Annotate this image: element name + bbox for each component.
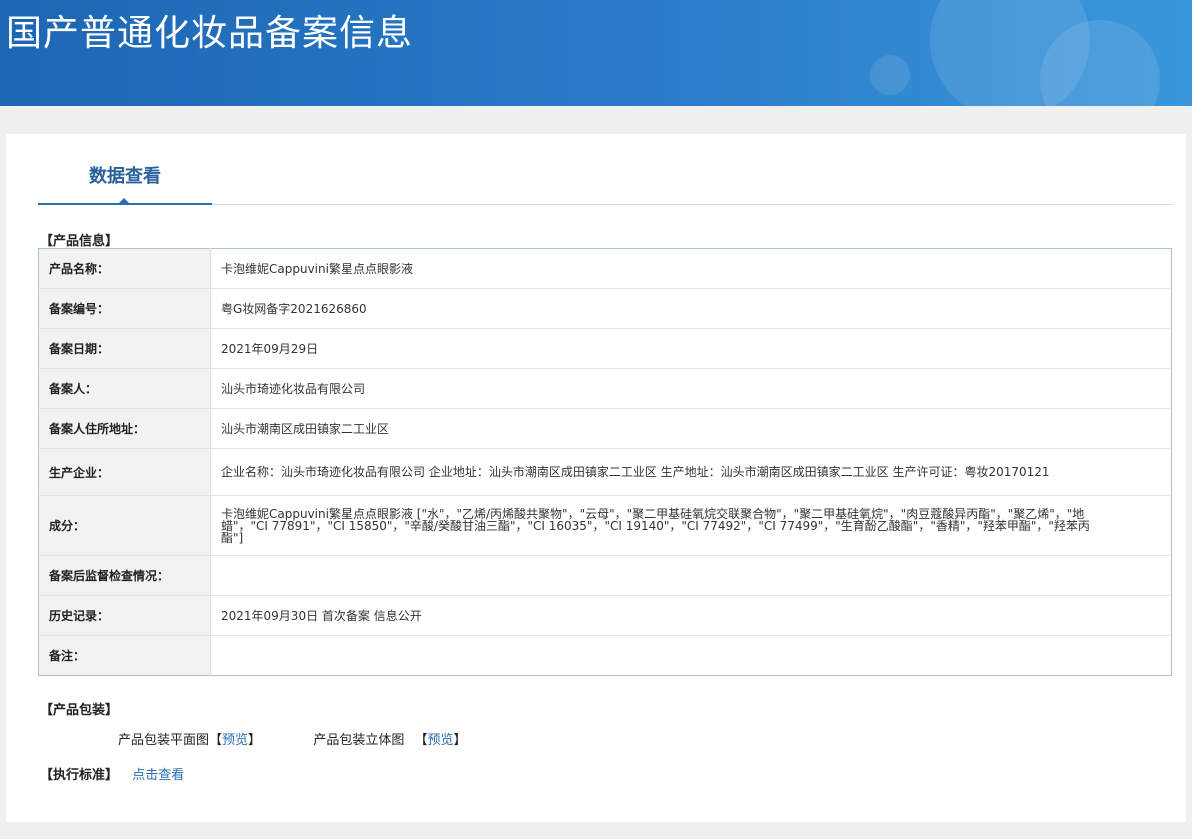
row-label: 产品名称： xyxy=(38,248,211,289)
row-value: 企业名称：汕头市琦迹化妆品有限公司 企业地址：汕头市潮南区成田镇家二工业区 生产… xyxy=(210,448,1172,496)
preview-flat-link[interactable]: 预览 xyxy=(222,729,248,748)
row-label: 历史记录： xyxy=(38,595,211,636)
row-value: 卡泡维妮Cappuvini繁星点点眼影液 xyxy=(221,261,413,276)
packaging-row: 产品包装平面图【预览】 产品包装立体图 【预览】 xyxy=(118,729,467,748)
packaging-flat-label: 产品包装平面图 xyxy=(118,733,210,748)
row-value xyxy=(210,555,1172,596)
table-row: 历史记录： 2021年09月30日 首次备案 信息公开 xyxy=(38,595,1172,636)
standard-row: 【执行标准】 点击查看 xyxy=(40,764,184,783)
row-label: 生产企业： xyxy=(38,448,211,496)
bracket-open: 【 xyxy=(209,733,223,748)
table-row: 产品名称： 卡泡维妮Cappuvini繁星点点眼影液 xyxy=(38,248,1172,289)
row-label: 备案人： xyxy=(38,368,211,409)
row-label: 备案人住所地址： xyxy=(38,408,211,449)
content-panel: 数据查看 【产品信息】 产品名称： 卡泡维妮Cappuvini繁星点点眼影液 备… xyxy=(6,134,1186,822)
page-title: 国产普通化妆品备案信息 xyxy=(6,13,414,54)
bracket-open: 【 xyxy=(414,733,428,748)
row-label: 备案日期： xyxy=(38,328,211,369)
tab-label: 数据查看 xyxy=(89,166,161,187)
row-value xyxy=(210,635,1172,676)
packaging-section-title: 【产品包装】 xyxy=(40,703,119,718)
row-label: 备案编号： xyxy=(38,288,211,329)
product-info-table: 产品名称： 卡泡维妮Cappuvini繁星点点眼影液 备案编号： 粤G妆网备字2… xyxy=(38,248,1172,676)
row-value: 汕头市潮南区成田镇家二工业区 xyxy=(210,408,1172,449)
table-row: 备案人： 汕头市琦迹化妆品有限公司 xyxy=(38,368,1172,409)
banner-decoration xyxy=(870,55,910,95)
preview-solid-link[interactable]: 预览 xyxy=(428,729,454,748)
table-row: 备案后监督检查情况： xyxy=(38,555,1172,596)
view-standard-link[interactable]: 点击查看 xyxy=(132,768,184,783)
tab-indicator-arrow xyxy=(117,198,131,205)
row-value: 2021年09月30日 首次备案 信息公开 xyxy=(210,595,1172,636)
row-label: 备注： xyxy=(38,635,211,676)
bracket-close: 】 xyxy=(453,733,467,748)
tab-data-view[interactable]: 数据查看 xyxy=(38,134,212,205)
row-value: 汕头市琦迹化妆品有限公司 xyxy=(210,368,1172,409)
row-value: 2021年09月29日 xyxy=(210,328,1172,369)
row-label: 备案后监督检查情况： xyxy=(38,555,211,596)
packaging-solid-label: 产品包装立体图 xyxy=(313,733,405,748)
standard-section-title: 【执行标准】 xyxy=(40,768,119,783)
table-row: 备案人住所地址： 汕头市潮南区成田镇家二工业区 xyxy=(38,408,1172,449)
table-row: 成分： 卡泡维妮Cappuvini繁星点点眼影液 ["水"，"乙烯/丙烯酸共聚物… xyxy=(38,495,1172,556)
table-row: 备注： xyxy=(38,635,1172,676)
table-row: 生产企业： 企业名称：汕头市琦迹化妆品有限公司 企业地址：汕头市潮南区成田镇家二… xyxy=(38,448,1172,496)
row-value: 卡泡维妮Cappuvini繁星点点眼影液 ["水"，"乙烯/丙烯酸共聚物"，"云… xyxy=(210,495,1172,556)
table-row: 备案日期： 2021年09月29日 xyxy=(38,328,1172,369)
table-row: 备案编号： 粤G妆网备字2021626860 xyxy=(38,288,1172,329)
row-value: 粤G妆网备字2021626860 xyxy=(210,288,1172,329)
tab-bar: 数据查看 xyxy=(38,134,1174,205)
product-info-section-title: 【产品信息】 xyxy=(40,234,119,249)
row-label: 成分： xyxy=(38,495,211,556)
bracket-close: 】 xyxy=(248,733,262,748)
header-banner: 国产普通化妆品备案信息 xyxy=(0,0,1192,106)
